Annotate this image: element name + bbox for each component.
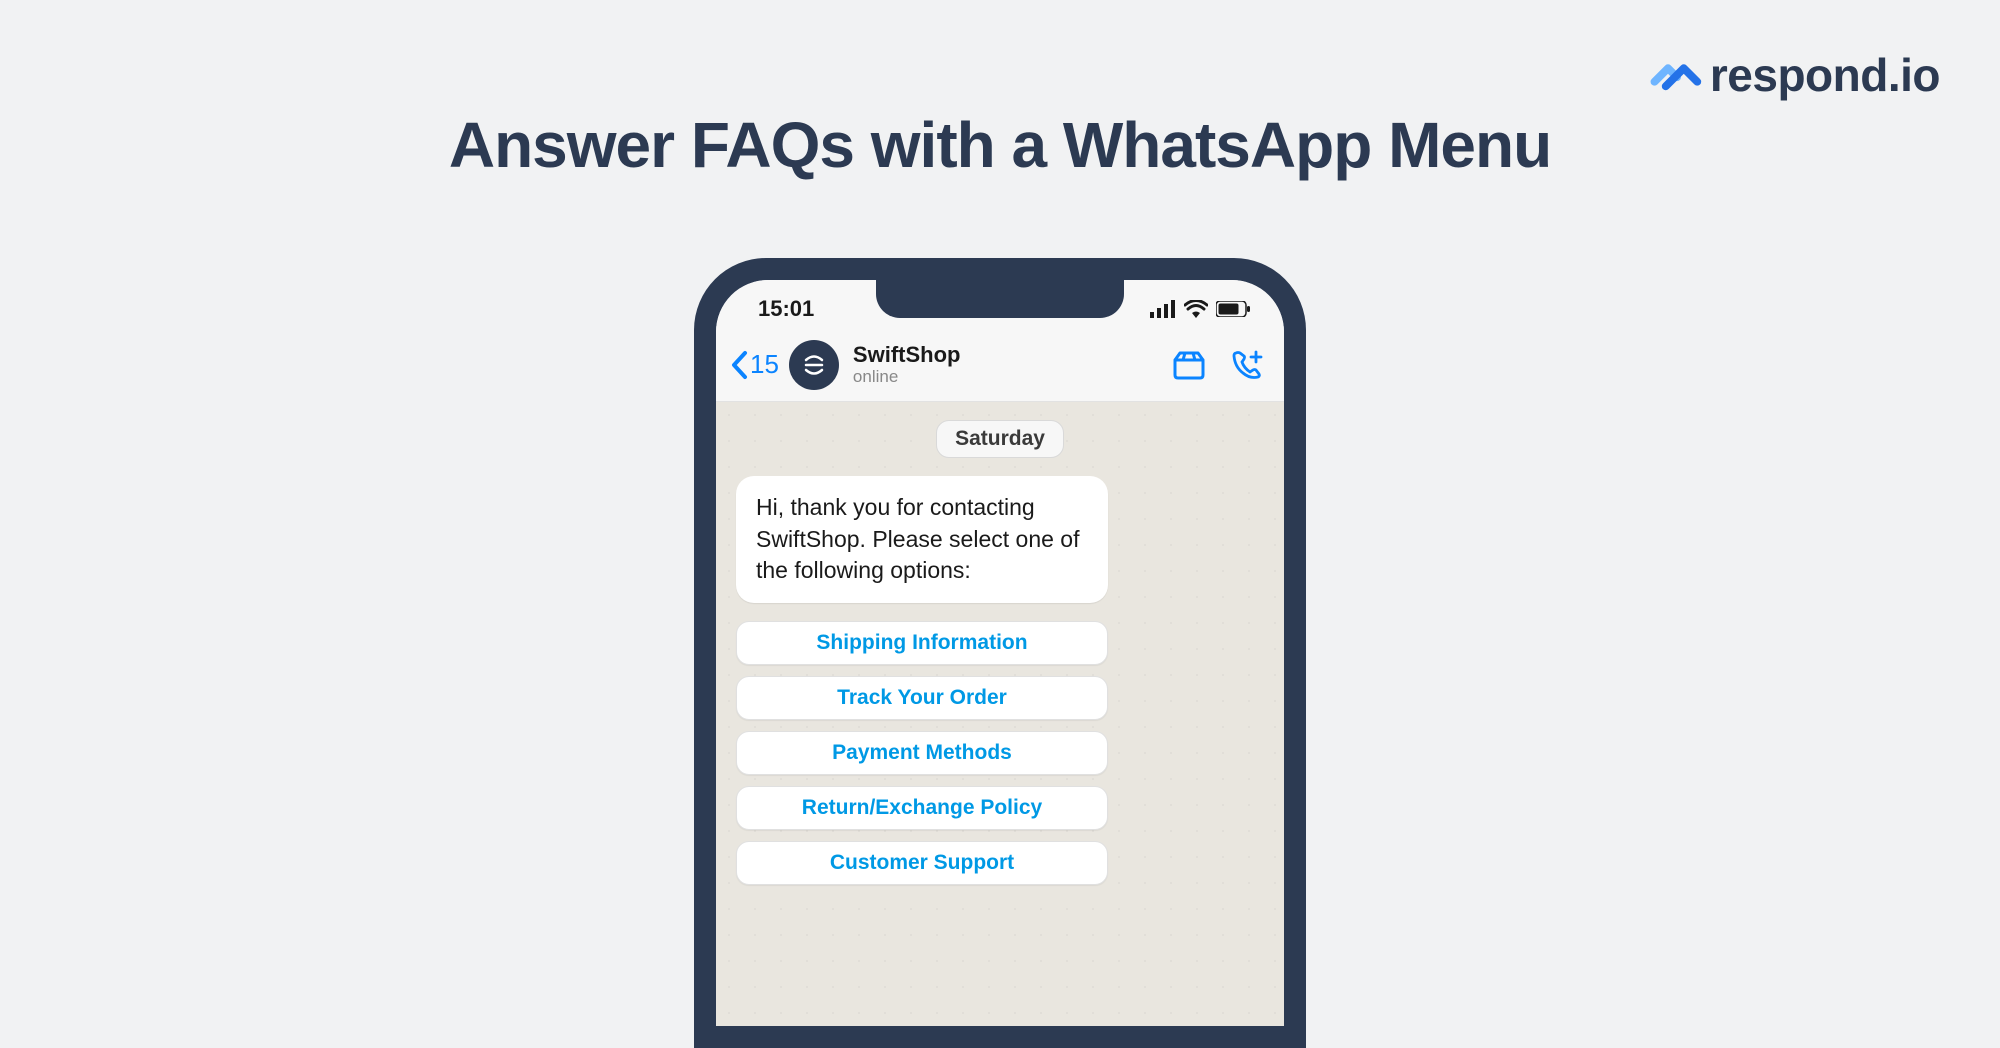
menu-option[interactable]: Track Your Order xyxy=(736,676,1108,720)
status-time: 15:01 xyxy=(758,296,814,322)
menu-option[interactable]: Payment Methods xyxy=(736,731,1108,775)
call-add-icon[interactable] xyxy=(1230,349,1264,381)
cellular-signal-icon xyxy=(1150,300,1176,318)
chat-header: 15 SwiftShop online xyxy=(716,328,1284,402)
contact-status: online xyxy=(853,367,1172,387)
brand-logo: respond.io xyxy=(1650,48,1940,102)
menu-option[interactable]: Customer Support xyxy=(736,841,1108,885)
back-count: 15 xyxy=(750,349,779,380)
phone-screen: 15:01 15 SwiftShop online xyxy=(716,280,1284,1026)
contact-name: SwiftShop xyxy=(853,342,1172,367)
chevron-left-icon xyxy=(730,350,748,380)
wifi-icon xyxy=(1184,300,1208,318)
brand-mark-icon xyxy=(1650,48,1704,102)
menu-option[interactable]: Return/Exchange Policy xyxy=(736,786,1108,830)
page-title: Answer FAQs with a WhatsApp Menu xyxy=(0,108,2000,182)
back-button[interactable]: 15 xyxy=(730,349,779,380)
menu-option[interactable]: Shipping Information xyxy=(736,621,1108,665)
date-chip: Saturday xyxy=(936,420,1064,458)
incoming-message: Hi, thank you for contacting SwiftShop. … xyxy=(736,476,1108,603)
battery-icon xyxy=(1216,301,1250,317)
contact-info[interactable]: SwiftShop online xyxy=(853,342,1172,387)
chat-body[interactable]: Saturday Hi, thank you for contacting Sw… xyxy=(716,402,1284,1026)
catalog-icon[interactable] xyxy=(1172,350,1206,380)
avatar-logo-icon xyxy=(800,351,828,379)
status-icons xyxy=(1150,300,1250,318)
contact-avatar[interactable] xyxy=(789,340,839,390)
brand-name: respond.io xyxy=(1710,48,1940,102)
phone-notch xyxy=(876,280,1124,318)
phone-frame: 15:01 15 SwiftShop online xyxy=(694,258,1306,1048)
